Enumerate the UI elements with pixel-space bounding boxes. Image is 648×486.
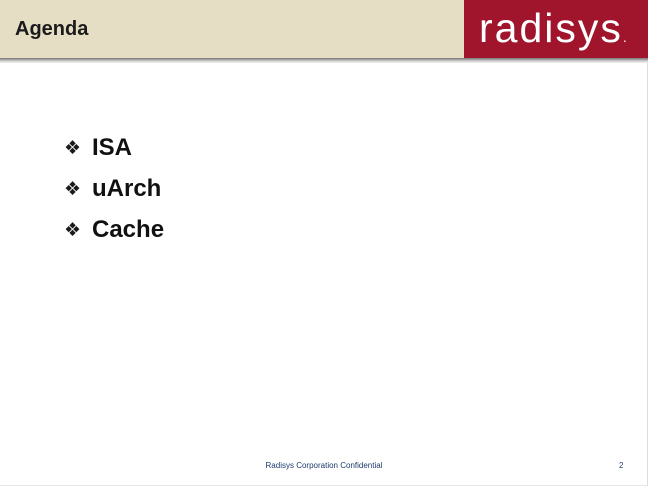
logo-text: radisys. <box>479 5 627 58</box>
agenda-item-label: Cache <box>92 216 165 243</box>
logo-dot: . <box>622 29 627 45</box>
agenda-item-label: ISA <box>92 134 133 161</box>
diamond-bullet-icon: ❖ <box>64 137 82 159</box>
diamond-bullet-icon: ❖ <box>64 178 82 200</box>
diamond-bullet-icon: ❖ <box>64 219 82 241</box>
agenda-item-cache: ❖ Cache <box>64 216 164 244</box>
slide-title: Agenda <box>15 18 89 40</box>
logo-wordmark: radisys <box>479 5 623 51</box>
slide: Agenda radisys. ❖ ISA ❖ uArch ❖ Cache Ra… <box>0 0 648 486</box>
page-number: 2 <box>619 461 624 470</box>
agenda-item-isa: ❖ ISA <box>64 134 164 162</box>
header-divider <box>0 58 648 63</box>
radisys-logo: radisys. <box>464 0 648 58</box>
agenda-list: ❖ ISA ❖ uArch ❖ Cache <box>64 134 164 257</box>
agenda-item-label: uArch <box>92 175 162 202</box>
agenda-item-uarch: ❖ uArch <box>64 175 164 203</box>
footer-confidential-notice: Radisys Corporation Confidential <box>265 461 383 470</box>
